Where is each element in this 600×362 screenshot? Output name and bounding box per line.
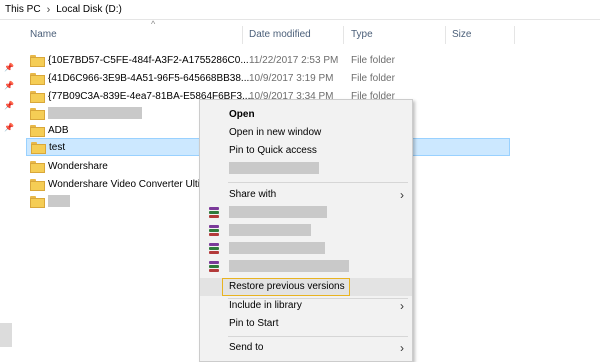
menu-item-include-in-library[interactable]: Include in library › [200,297,412,315]
folder-icon [30,108,45,120]
redacted-label [229,260,349,273]
file-name: Wondershare [48,160,108,172]
menu-item-open[interactable]: Open [200,106,412,124]
winrar-icon [209,261,219,272]
breadcrumb: This PC › Local Disk (D:) [0,0,600,20]
pin-icon: 📌 [4,63,14,72]
column-divider[interactable] [343,26,344,44]
folder-icon [30,73,45,85]
folder-icon [30,179,45,191]
column-size[interactable]: Size [452,24,471,46]
highlight-box [222,278,350,296]
menu-item-label: Share with [229,189,277,200]
menu-separator [228,336,408,337]
redacted-name [48,107,142,119]
winrar-icon [209,243,219,254]
menu-item-pin-quick-access[interactable]: Pin to Quick access [200,142,412,160]
chevron-right-icon: › [400,341,404,355]
file-name: {10E7BD57-C5FE-484f-A3F2-A1755286C0... [48,54,249,66]
menu-separator [228,182,408,183]
breadcrumb-separator-icon[interactable]: › [47,4,51,16]
folder-icon [31,142,46,154]
navigation-scrollbar[interactable] [0,323,12,347]
folder-icon [30,161,45,173]
file-date: 11/22/2017 2:53 PM [249,54,339,66]
menu-item-label: Send to [229,342,264,353]
winrar-icon [209,225,219,236]
navigation-pane: 📌 📌 📌 📌 [0,21,24,362]
list-item[interactable] [26,104,142,122]
redacted-label [229,242,325,255]
file-name: test [49,141,66,153]
column-name[interactable]: Name [30,24,57,46]
menu-item-share-with[interactable]: Share with › [200,186,412,204]
column-date-modified[interactable]: Date modified [249,24,311,46]
file-date: 10/9/2017 3:19 PM [249,72,334,84]
redacted-label [229,206,327,219]
menu-item-label: Pin to Start [229,318,279,329]
folder-icon [30,91,45,103]
list-item[interactable]: Wondershare [26,157,108,175]
context-menu: Open Open in new window Pin to Quick acc… [199,99,413,362]
chevron-right-icon: › [400,188,404,202]
column-divider[interactable] [445,26,446,44]
file-name: Wondershare Video Converter Ulti [48,178,200,190]
menu-item-winrar[interactable] [200,258,412,276]
folder-icon [30,196,45,208]
pin-icon: 📌 [4,123,14,132]
menu-item-send-to[interactable]: Send to › [200,339,412,357]
breadcrumb-item-this-pc[interactable]: This PC [5,4,41,15]
folder-icon [30,125,45,137]
menu-item-winrar[interactable] [200,240,412,258]
column-divider[interactable] [514,26,515,44]
winrar-icon [209,207,219,218]
menu-item-open-new-window[interactable]: Open in new window [200,124,412,142]
column-header: ^ Name Date modified Type Size [24,19,600,46]
file-type: File folder [351,72,395,84]
menu-item-winrar[interactable] [200,204,412,222]
menu-item-winrar[interactable] [200,222,412,240]
redacted-name [48,195,70,207]
menu-item-label: Open [229,109,255,120]
menu-item-pin-to-start[interactable]: Pin to Start [200,315,412,333]
pin-icon: 📌 [4,101,14,110]
list-item[interactable]: ADB [26,121,69,139]
file-name: ADB [48,124,69,136]
list-item[interactable]: {10E7BD57-C5FE-484f-A3F2-A1755286C0... 1… [26,51,395,69]
list-item[interactable]: {41D6C966-3E9B-4A51-96F5-645668BB38... 1… [26,69,395,87]
list-item[interactable]: Wondershare Video Converter Ulti [26,175,200,193]
sort-ascending-icon: ^ [151,19,156,29]
chevron-right-icon: › [400,299,404,313]
folder-icon [30,55,45,67]
menu-item-label: Include in library [229,300,302,311]
column-type[interactable]: Type [351,24,373,46]
pin-icon: 📌 [4,81,14,90]
redacted-label [229,224,311,237]
breadcrumb-item-local-disk[interactable]: Local Disk (D:) [56,4,122,15]
menu-item-restore-previous-versions[interactable]: Restore previous versions [200,278,412,296]
menu-item-label: Open in new window [229,127,322,138]
file-name: {41D6C966-3E9B-4A51-96F5-645668BB38... [48,72,250,84]
list-item[interactable] [26,192,70,210]
file-type: File folder [351,54,395,66]
column-divider[interactable] [242,26,243,44]
menu-item-label: Pin to Quick access [229,145,317,156]
menu-item-redacted[interactable] [200,160,412,178]
redacted-label [229,162,319,175]
